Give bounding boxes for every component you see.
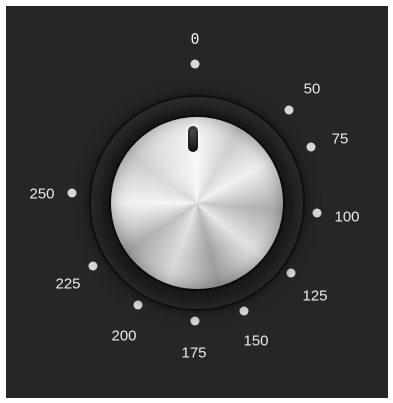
scale-label-250: 250 (29, 185, 55, 203)
scale-label-0: 0 (190, 30, 200, 48)
scale-label-125: 125 (302, 287, 328, 305)
control-panel: 0 50 75 100 125 150 175 200 225 250 (6, 6, 388, 398)
scale-dot-50 (284, 105, 294, 115)
scale-dot-125 (286, 268, 296, 278)
scale-dot-250 (67, 188, 77, 198)
scale-dot-150 (239, 306, 249, 316)
scale-label-75: 75 (331, 130, 349, 148)
scale-label-50: 50 (303, 80, 321, 98)
scale-dot-225 (88, 261, 98, 271)
temperature-dial[interactable]: 0 50 75 100 125 150 175 200 225 250 (6, 6, 388, 398)
scale-dot-100 (312, 208, 322, 218)
scale-label-175: 175 (181, 344, 207, 362)
scale-label-225: 225 (55, 275, 81, 293)
scale-dot-175 (190, 316, 200, 326)
scale-label-100: 100 (334, 208, 360, 226)
scale-dot-200 (133, 300, 143, 310)
scale-label-200: 200 (111, 327, 137, 345)
scale-dot-75 (306, 142, 316, 152)
scale-dot-0 (190, 59, 200, 69)
knob-indicator-mark (188, 126, 198, 152)
scale-label-150: 150 (243, 332, 269, 350)
